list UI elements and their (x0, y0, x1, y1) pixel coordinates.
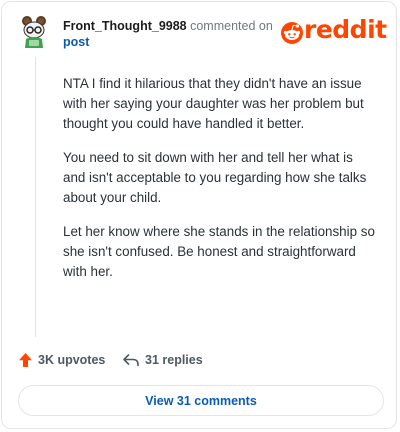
comment-body: NTA I find it hilarious that they didn't… (63, 74, 375, 296)
comment-paragraph: Let her know where she stands in the rel… (63, 224, 375, 279)
view-comments-button[interactable]: View 31 comments (18, 385, 384, 416)
reply-arrow-icon (123, 354, 139, 367)
replies-button[interactable]: 31 replies (122, 350, 203, 370)
upvote-button[interactable]: 3K upvotes (18, 350, 105, 370)
reddit-wordmark: reddit (304, 15, 387, 44)
post-link[interactable]: post (63, 34, 283, 50)
comment-paragraph: NTA I find it hilarious that they didn't… (63, 76, 364, 131)
comment-header: Front_Thought_9988 commented on post (63, 18, 283, 50)
avatar-image (22, 16, 46, 48)
upvote-count: 3K upvotes (38, 353, 106, 367)
reddit-snoo-icon (281, 22, 303, 44)
commented-on-text: commented on (190, 19, 273, 33)
username-link[interactable]: Front_Thought_9988 (63, 19, 187, 33)
thread-line (35, 57, 36, 337)
avatar[interactable] (18, 15, 50, 49)
upvote-arrow-icon (19, 353, 32, 367)
reddit-logo[interactable]: reddit (280, 15, 387, 48)
comment-card: Front_Thought_9988 commented on post red… (1, 1, 397, 429)
comment-actions: 3K upvotes 31 replies (18, 350, 378, 370)
replies-count: 31 replies (145, 353, 203, 367)
comment-paragraph: You need to sit down with her and tell h… (63, 150, 367, 205)
